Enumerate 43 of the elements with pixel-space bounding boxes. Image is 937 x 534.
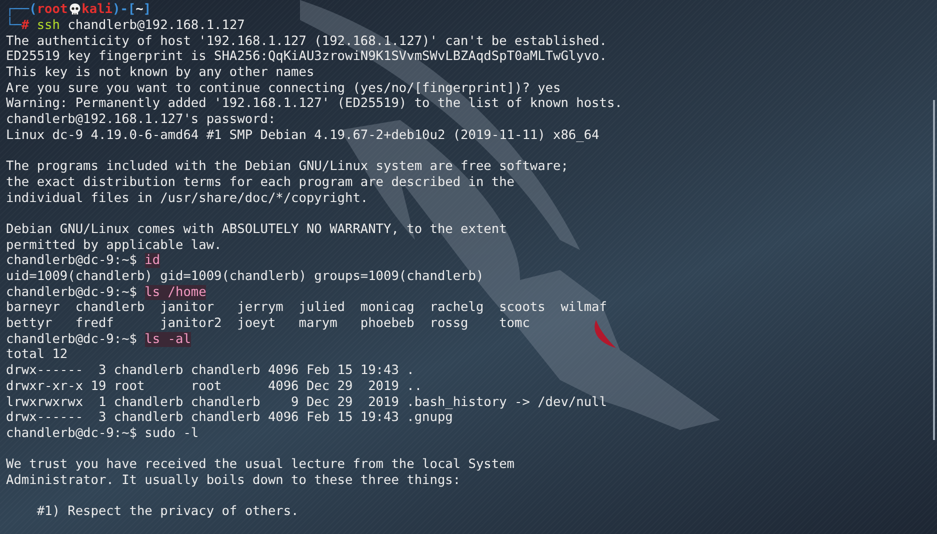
command-text: id xyxy=(144,253,160,268)
output-line: This key is not known by any other names xyxy=(6,65,314,80)
output-line: drwx------ 3 chandlerb chandlerb 4096 Feb 15 19:43 .gnupg xyxy=(6,410,453,426)
output-line: Debian GNU/Linux comes with ABSOLUTELY NO WARRANTY, to the extent xyxy=(6,222,507,237)
output-line: The programs included with the Debian GNU/Linux system are free software; xyxy=(6,159,568,174)
prompt-frame: ] xyxy=(143,2,152,18)
output-line: The authenticity of host '192.168.1.127 (192.168.1.127)' can't be established. xyxy=(6,34,607,49)
command-text: sudo -l xyxy=(144,426,199,441)
dragon-eye-drawing xyxy=(594,320,616,348)
shell-prompt: chandlerb@dc-9:~$ xyxy=(6,426,137,441)
prompt-frame: └─ xyxy=(6,18,22,34)
output-line: ED25519 key fingerprint is SHA256:QqKiAU3zrowiN9K1SVvmSWvLBZAqdSpT0aMLTwGlyvo. xyxy=(6,49,607,64)
output-line: We trust you have received the usual lecture from the local System xyxy=(6,457,514,472)
output-line: drwx------ 3 chandlerb chandlerb 4096 Feb 15 19:43 . xyxy=(6,363,414,378)
shell-prompt: chandlerb@dc-9:~$ xyxy=(6,332,137,347)
output-line: Linux dc-9 4.19.0-6-amd64 #1 SMP Debian 4.19.67-2+deb10u2 (2019-11-11) x86_64 xyxy=(6,128,600,143)
output-line: Are you sure you want to continue connecting (yes/no/[fingerprint])? yes xyxy=(6,80,561,96)
command-text: ls -al xyxy=(144,332,191,347)
prompt-frame: )-[ xyxy=(112,2,136,18)
command-text: ls /home xyxy=(144,284,206,300)
output-line: permitted by applicable law. xyxy=(6,238,222,253)
output-line: total 12 xyxy=(6,347,68,362)
output-line: barneyr chandlerb janitor jerrym julied monicag rachelg scoots wilmaf xyxy=(6,300,607,316)
command-text: ssh chandlerb@192.168.1.127 xyxy=(36,18,245,34)
scrollbar[interactable] xyxy=(933,100,935,440)
output-line: chandlerb@192.168.1.127's password: xyxy=(6,112,276,128)
output-line: #1) Respect the privacy of others. xyxy=(36,504,299,520)
output-line: bettyr fredf janitor2 joeyt marym phoebeb rossg tomc xyxy=(6,316,530,332)
output-line: Administrator. It usually boils down to these three things: xyxy=(6,472,461,488)
output-line: the exact distribution terms for each program are described in the xyxy=(6,174,514,190)
prompt-user: root xyxy=(36,2,68,18)
prompt-host: kali xyxy=(82,2,112,18)
output-line: drwxr-xr-x 19 root root 4096 Dec 29 2019 .. xyxy=(6,378,422,394)
shell-prompt: chandlerb@dc-9:~$ xyxy=(6,284,137,300)
prompt-frame: ┌──( xyxy=(6,2,37,18)
skull-icon xyxy=(68,3,81,16)
shell-prompt: chandlerb@dc-9:~$ xyxy=(6,253,137,268)
output-line: uid=1009(chandlerb) gid=1009(chandlerb) groups=1009(chandlerb) xyxy=(6,269,484,284)
prompt-symbol: # xyxy=(21,18,30,34)
prompt-path: ~ xyxy=(136,2,144,18)
output-line: individual files in /usr/share/doc/*/copyright. xyxy=(6,190,368,206)
output-line: Warning: Permanently added '192.168.1.127' (ED25519) to the list of known hosts. xyxy=(6,96,622,112)
output-line: lrwxrwxrwx 1 chandlerb chandlerb 9 Dec 29 2019 .bash_history -> /dev/null xyxy=(6,394,607,410)
